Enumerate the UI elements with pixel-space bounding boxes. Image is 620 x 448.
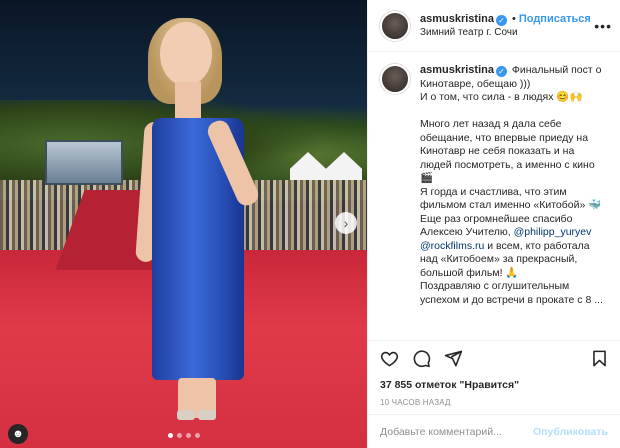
save-button[interactable] [588,348,610,370]
verified-badge-icon: ✓ [495,66,507,77]
add-comment-bar: Опубликовать [368,414,620,448]
photo-stage-screen [45,140,123,185]
mention-link[interactable]: @philipp_yuryev [514,226,592,238]
comment-input[interactable] [380,425,534,438]
post-header: asmuskristina ✓ • Подписаться Зимний театр … [368,0,620,52]
ellipsis-icon[interactable]: ••• [594,18,612,34]
post-timestamp[interactable]: 10 ЧАСОВ НАЗАД [368,394,620,414]
separator-dot: • [511,13,516,25]
caption-first-line: asmuskristina ✓ Финальный пост о Кинотавр… [420,64,608,91]
author-info: asmuskristina ✓ • Подписаться Зимний театр … [420,11,594,40]
publish-button[interactable]: Опубликовать [533,426,608,438]
carousel-next-arrow-icon[interactable]: › [335,212,357,234]
photo-woman-neck [175,82,201,122]
like-button[interactable] [378,348,400,370]
caption-paragraph: Много лет назад я дала себе обещание, чт… [420,118,595,184]
share-icon [444,350,462,367]
post-sidebar: asmuskristina ✓ • Подписаться Зимний театр … [367,0,620,448]
carousel-dot [177,433,182,438]
caption-paragraph: Поздравляю с оглушительным успехом и до … [420,280,603,306]
carousel-dot [168,433,173,438]
bookmark-icon [592,350,606,367]
carousel-dot [195,433,200,438]
instagram-post: › ☻ asmuskristina ✓ • Подписаться Зимний те… [0,0,620,448]
author-username[interactable]: asmuskristina [420,13,494,25]
verified-badge-icon: ✓ [495,15,507,26]
caption-avatar[interactable] [380,64,410,94]
user-tag-icon[interactable]: ☻ [8,424,28,444]
carousel-dots [168,433,200,438]
heart-icon [380,351,398,367]
likes-count[interactable]: 37 855 отметок "Нравится" [368,376,620,394]
action-bar [368,340,620,376]
follow-button[interactable]: Подписаться [519,13,591,25]
caption-paragraph-thanks: Еще раз огромнейшее спасибо Алексею Учит… [420,213,608,281]
comment-icon [413,350,430,368]
caption: asmuskristina ✓ Финальный пост о Кинотавр… [380,64,608,307]
caption-paragraph: И о том, что сила - в людях 😊🙌 [420,91,583,103]
photo-shoe [177,410,195,420]
caption-username[interactable]: asmuskristina [420,64,494,76]
share-button[interactable] [442,348,464,370]
photo-shoe [198,410,216,420]
comments-section: asmuskristina ✓ Финальный пост о Кинотавр… [368,52,620,340]
author-avatar[interactable] [380,10,410,41]
carousel-dot [186,433,191,438]
caption-text: asmuskristina ✓ Финальный пост о Кинотавр… [420,64,608,307]
caption-paragraph: Я горда и счастлива, что этим фильмом ст… [420,185,602,212]
comment-button[interactable] [410,348,432,370]
mention-link[interactable]: @rockfilms.ru [420,240,484,252]
post-location[interactable]: Зимний театр г. Сочи [420,26,594,40]
post-photo[interactable]: › ☻ [0,0,367,448]
photo-woman-face [160,22,212,86]
